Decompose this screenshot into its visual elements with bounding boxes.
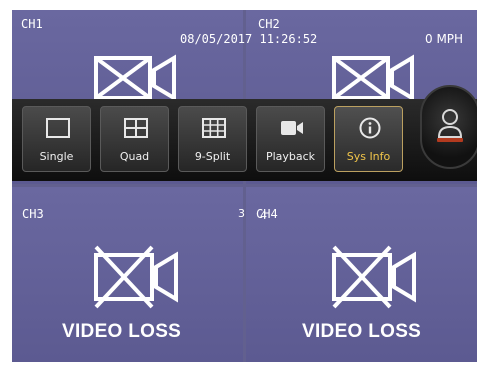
nine-split-button[interactable]: 9-Split — [178, 106, 247, 172]
channel-3-view[interactable]: CH3 VIDEO LOSS — [12, 187, 243, 362]
button-label: Quad — [119, 150, 150, 163]
button-label: Playback — [265, 150, 316, 163]
quad-view-button[interactable]: Quad — [100, 106, 169, 172]
button-label: Sys Info — [346, 150, 391, 163]
marker-number: 3 — [238, 207, 245, 220]
button-label: 9-Split — [194, 150, 231, 163]
video-loss-icon — [332, 54, 414, 100]
toolbar: Single Quad 9-Split Playback Sys Info — [12, 85, 477, 181]
button-label: Single — [39, 150, 74, 163]
video-loss-icon — [94, 54, 176, 100]
quad-view-icon — [124, 118, 148, 138]
nine-split-icon — [202, 118, 226, 138]
video-loss-icon — [332, 245, 416, 309]
user-button[interactable] — [420, 85, 477, 169]
info-icon — [359, 117, 381, 139]
channel-label: CH1 — [21, 17, 43, 31]
channel-label: CH3 — [22, 207, 44, 221]
channel-4-view[interactable]: CH4 VIDEO LOSS — [246, 187, 477, 362]
timestamp-overlay: 08/05/2017 11:26:52 — [180, 32, 318, 46]
user-icon — [437, 109, 463, 142]
single-view-button[interactable]: Single — [22, 106, 91, 172]
single-view-icon — [46, 118, 70, 138]
channel-label: CH2 — [258, 17, 280, 31]
video-loss-text: VIDEO LOSS — [62, 321, 182, 342]
marker-number: 4 — [260, 209, 267, 222]
playback-button[interactable]: Playback — [256, 106, 325, 172]
video-loss-text: VIDEO LOSS — [302, 321, 422, 342]
video-loss-icon — [94, 245, 178, 309]
sys-info-button[interactable]: Sys Info — [334, 106, 403, 172]
speed-overlay: 0 MPH — [425, 32, 464, 46]
video-camera-icon — [281, 121, 303, 135]
dvr-screen: CH1 CH2 CH3 VIDEO LOSS CH4 VIDEO LOSS 3 … — [12, 10, 477, 362]
